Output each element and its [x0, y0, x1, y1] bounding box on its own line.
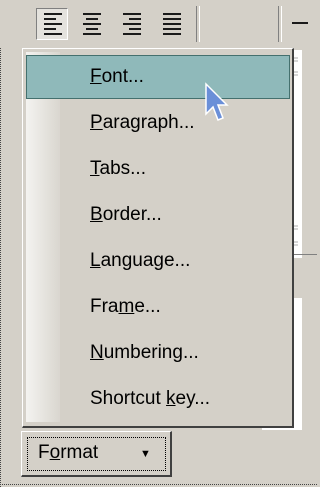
- align-right-icon[interactable]: [116, 8, 148, 40]
- menu-item-paragraph[interactable]: Paragraph...: [26, 101, 290, 145]
- menu-item-label: ont...: [101, 66, 144, 87]
- format-button[interactable]: Format ▼: [21, 431, 172, 477]
- toolbar-separator: [278, 6, 282, 42]
- menu-item-shortcut-key[interactable]: Shortcut key...: [26, 377, 290, 421]
- accelerator-key: T: [90, 158, 100, 179]
- menu-item-border[interactable]: Border...: [26, 193, 290, 237]
- accelerator-key: k: [166, 388, 176, 409]
- align-center-icon[interactable]: [76, 8, 108, 40]
- menu-item-font[interactable]: Font...: [26, 55, 290, 99]
- menu-item-language[interactable]: Language...: [26, 239, 290, 283]
- toolbar-partial-icon[interactable]: [292, 22, 308, 24]
- accelerator-key: B: [90, 204, 103, 225]
- menu-item-label: ey...: [175, 388, 211, 409]
- menu-item-label: e...: [134, 296, 161, 317]
- accelerator-key: F: [90, 66, 102, 87]
- accelerator-key: N: [90, 342, 104, 363]
- accelerator-key: L: [90, 250, 101, 271]
- menu-item-label: order...: [102, 204, 162, 225]
- accelerator-key: m: [118, 296, 135, 317]
- menu-item-label: Fra: [90, 296, 119, 317]
- mouse-cursor-icon: [205, 82, 229, 121]
- menu-item-label: abs...: [99, 158, 146, 179]
- menu-item-label: anguage...: [100, 250, 191, 271]
- menu-item-label: aragraph...: [102, 112, 195, 133]
- dropdown-arrow-icon: ▼: [140, 448, 151, 460]
- dotted-border: [0, 484, 317, 486]
- dotted-border: [0, 48, 6, 487]
- justify-icon[interactable]: [156, 8, 188, 40]
- menu-item-numbering[interactable]: Numbering...: [26, 331, 290, 375]
- menu-item-frame[interactable]: Frame...: [26, 285, 290, 329]
- align-left-icon[interactable]: [36, 8, 68, 40]
- menu-item-label: Shortcut: [90, 388, 167, 409]
- accelerator-key: P: [90, 112, 103, 133]
- format-button-label: Format: [38, 442, 99, 463]
- formatting-toolbar: [0, 0, 317, 48]
- format-menu: Font... Paragraph... Tabs... Border... L…: [22, 48, 294, 428]
- toolbar-separator: [196, 6, 200, 42]
- menu-item-label: umbering...: [103, 342, 199, 363]
- menu-item-tabs[interactable]: Tabs...: [26, 147, 290, 191]
